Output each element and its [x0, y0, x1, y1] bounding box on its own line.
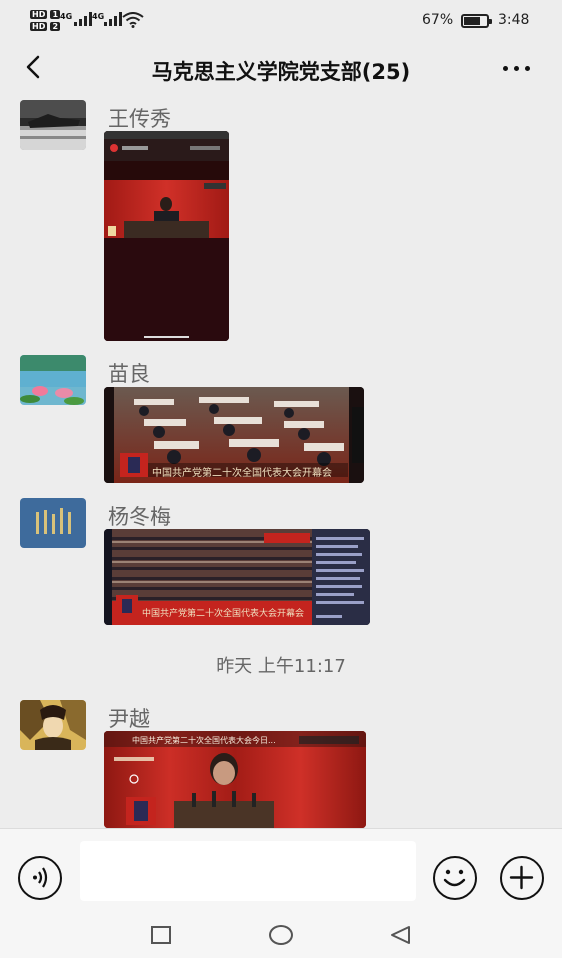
- voice-icon[interactable]: [18, 856, 62, 900]
- plus-circle-icon[interactable]: [500, 856, 544, 900]
- video-caption: 中国共产党第二十次全国代表大会今日...: [132, 736, 276, 745]
- hd-indicator-2: HD 2: [30, 22, 61, 31]
- video-thumbnail[interactable]: 中国共产党第二十次全国代表大会今日...: [104, 731, 366, 828]
- signal-icon-1: [74, 12, 92, 26]
- hd-indicator-1: HD 1: [30, 10, 61, 19]
- chat-title: 马克思主义学院党支部(25): [151, 60, 411, 84]
- status-bar: HD 1 HD 2 4G 4G 67% 3:48: [0, 0, 562, 42]
- status-time: 3:48: [498, 12, 530, 28]
- battery-icon: [461, 14, 492, 28]
- triangle-back-icon[interactable]: [389, 924, 411, 946]
- avatar[interactable]: [20, 498, 86, 548]
- network-label-2: 4G: [92, 12, 105, 21]
- signal-icon-2: [104, 12, 122, 26]
- input-bar: [0, 828, 562, 914]
- video-thumbnail[interactable]: [104, 131, 229, 341]
- sender-name: 尹越: [108, 707, 150, 731]
- more-horizontal-icon[interactable]: [498, 58, 534, 78]
- avatar[interactable]: [20, 700, 86, 750]
- emoji-icon[interactable]: [433, 856, 477, 900]
- message-input[interactable]: [80, 841, 416, 901]
- network-label-1: 4G: [60, 12, 73, 21]
- video-caption: 中国共产党第二十次全国代表大会开幕会: [152, 468, 332, 479]
- sender-name: 苗良: [108, 362, 150, 386]
- sender-name: 王传秀: [108, 107, 171, 131]
- circle-icon[interactable]: [269, 925, 293, 945]
- video-thumbnail[interactable]: 中国共产党第二十次全国代表大会开幕会: [104, 387, 364, 483]
- avatar[interactable]: [20, 355, 86, 405]
- square-icon[interactable]: [151, 926, 171, 944]
- battery-percent: 67%: [422, 12, 454, 28]
- video-thumbnail[interactable]: 中国共产党第二十次全国代表大会开幕会: [104, 529, 370, 625]
- system-navigation-bar: [0, 914, 562, 958]
- chat-header: 马克思主义学院党支部(25): [0, 42, 562, 96]
- avatar[interactable]: [20, 100, 86, 150]
- sender-name: 杨冬梅: [108, 505, 171, 529]
- time-separator: 昨天 上午11:17: [216, 656, 346, 677]
- video-caption: 中国共产党第二十次全国代表大会开幕会: [142, 609, 305, 619]
- wifi-icon: [122, 12, 144, 28]
